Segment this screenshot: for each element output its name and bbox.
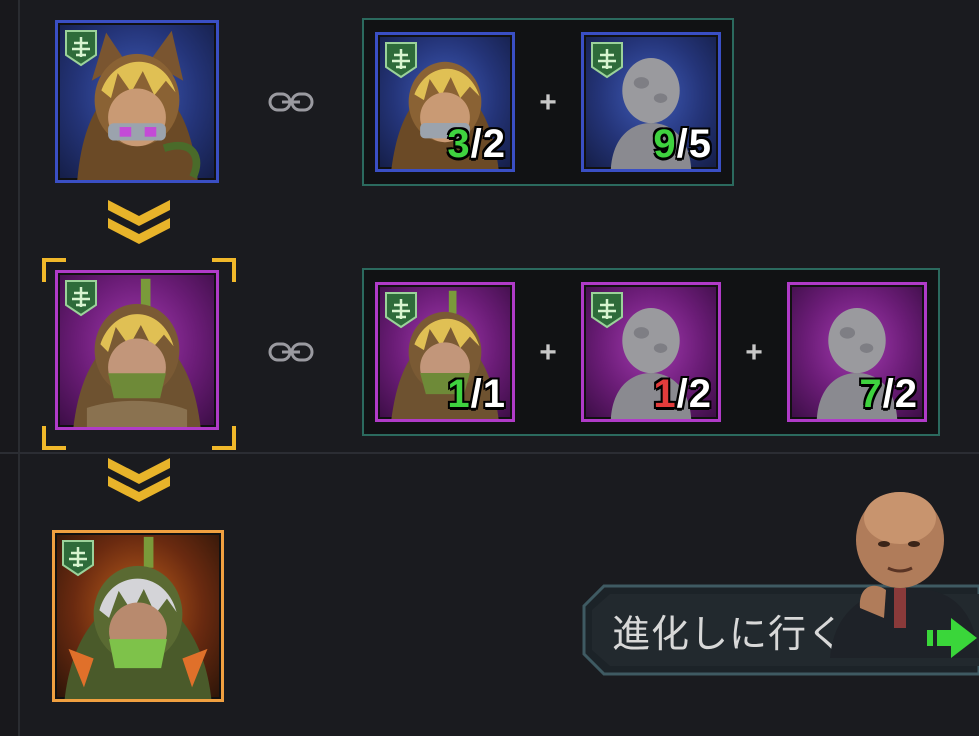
class-badge-icon	[62, 540, 94, 577]
chevron-down-icon	[108, 200, 170, 244]
link-icon	[268, 92, 314, 112]
link-icon	[268, 342, 314, 362]
chevron-down-icon	[108, 458, 170, 502]
material-count: 3/2	[447, 122, 506, 166]
material-count: 1/2	[653, 372, 712, 416]
class-badge-icon	[65, 30, 97, 67]
material-card-hero-copy[interactable]: 1/1	[375, 282, 515, 422]
material-card-generic-a[interactable]: 1/2	[581, 282, 721, 422]
plus-icon: +	[539, 86, 557, 119]
hero-card-stage-2[interactable]	[55, 270, 219, 430]
go-arrow-icon	[927, 618, 977, 658]
hero-card-stage-1[interactable]	[55, 20, 219, 183]
class-badge-icon	[591, 42, 623, 79]
class-badge-icon	[385, 292, 417, 329]
class-badge-icon	[385, 42, 417, 79]
plus-icon: +	[745, 336, 763, 369]
class-badge-icon	[65, 280, 97, 317]
material-card-generic[interactable]: 9/5	[581, 32, 721, 172]
class-badge-icon	[591, 292, 623, 329]
plus-icon: +	[539, 336, 557, 369]
material-count: 1/1	[447, 372, 506, 416]
material-count: 7/2	[859, 372, 918, 416]
material-card-generic-b[interactable]: 7/2	[787, 282, 927, 422]
material-card-hero-copy[interactable]: 3/2	[375, 32, 515, 172]
hero-card-stage-3[interactable]	[52, 530, 224, 702]
material-count: 9/5	[653, 122, 712, 166]
